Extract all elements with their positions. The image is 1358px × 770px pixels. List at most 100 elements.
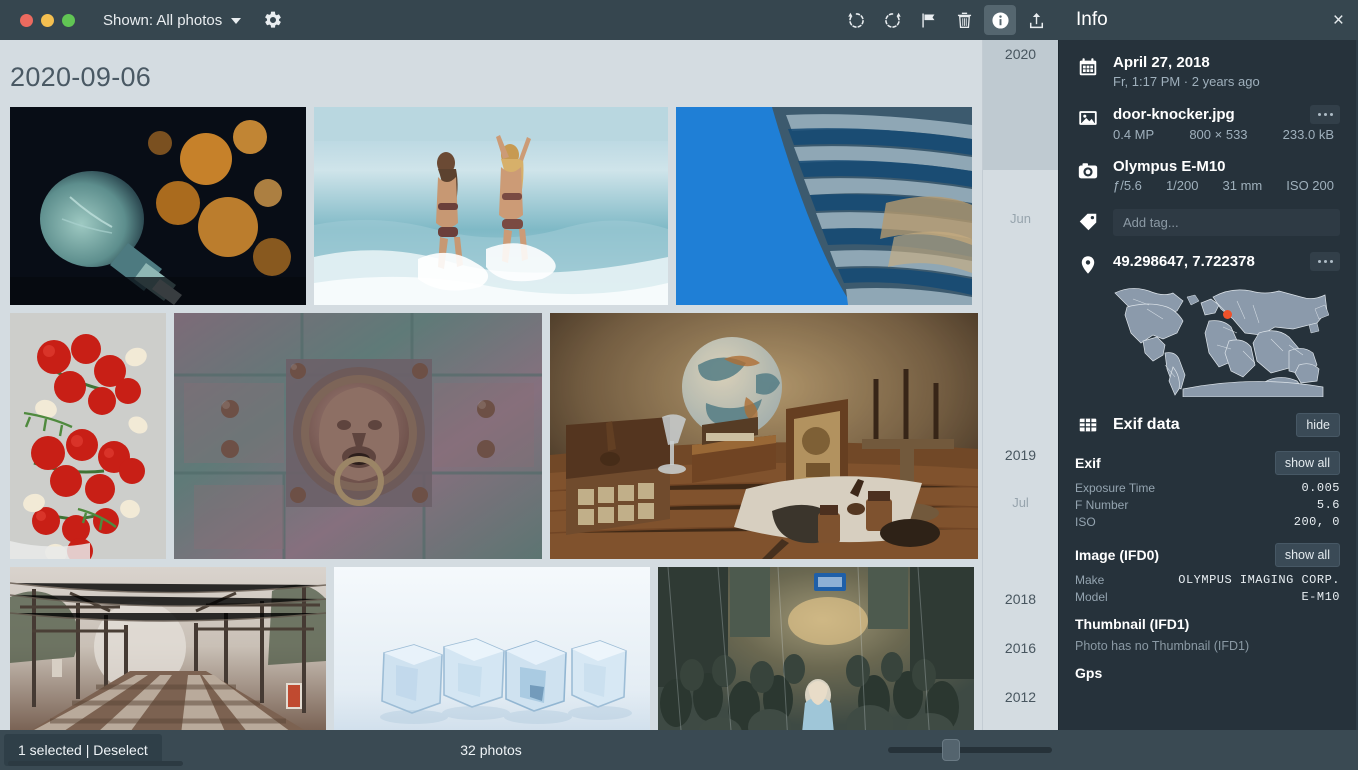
info-date-row: April 27, 2018 Fr, 1:17 PM · 2 years ago	[1075, 54, 1340, 89]
photo-app-window: Shown: All photos	[0, 0, 1358, 770]
exif-hide-button[interactable]: hide	[1296, 413, 1340, 437]
app-body: 2020-09-06	[0, 40, 1358, 730]
location-pin-icon	[1075, 252, 1101, 276]
zoom-window-button[interactable]	[62, 14, 75, 27]
info-file-row: door-knocker.jpg 0.4 MP 800 × 533 233.0 …	[1075, 105, 1340, 142]
slider-track[interactable]	[888, 747, 1052, 753]
close-window-button[interactable]	[20, 14, 33, 27]
exif-key: F Number	[1075, 498, 1128, 512]
exif-value: 0.005	[1301, 481, 1340, 495]
flag-icon	[918, 10, 939, 31]
rotate-left-button[interactable]	[840, 5, 872, 35]
settings-button[interactable]	[263, 10, 283, 30]
info-button[interactable]	[984, 5, 1016, 35]
exif-value: OLYMPUS IMAGING CORP.	[1178, 573, 1340, 587]
gear-icon	[263, 10, 283, 30]
exif-rows: Exposure Time 0.005 F Number 5.6 ISO 200…	[1075, 481, 1340, 529]
photo-thumb-blue-tower[interactable]	[676, 107, 972, 305]
add-tag-input[interactable]	[1113, 209, 1340, 236]
gps-marker-dot	[1223, 310, 1232, 319]
image-icon	[1075, 105, 1101, 129]
camera-shutter: 1/200	[1166, 178, 1199, 193]
photo-thumb-light-bulb[interactable]	[10, 107, 306, 305]
exif-section-title: Image (IFD0)	[1075, 547, 1275, 563]
timeline-mark-jul[interactable]: Jul	[983, 495, 1058, 510]
title-bar: Shown: All photos	[0, 0, 1358, 40]
flag-button[interactable]	[912, 5, 944, 35]
file-dimensions: 800 × 533	[1189, 127, 1247, 142]
photo-artwork	[10, 107, 306, 305]
photo-artwork	[676, 107, 972, 305]
photo-count-label: 32 photos	[0, 742, 982, 758]
timeline-mark-2018[interactable]: 2018	[983, 591, 1058, 607]
photo-grid	[0, 107, 982, 730]
close-info-panel-button[interactable]: ×	[1333, 11, 1344, 30]
thumbnail-size-slider[interactable]	[880, 730, 1060, 770]
exif-section-gps-title: Gps	[1075, 665, 1340, 681]
photo-row	[10, 107, 972, 305]
info-file-body: door-knocker.jpg 0.4 MP 800 × 533 233.0 …	[1113, 105, 1340, 142]
slider-handle[interactable]	[942, 739, 960, 761]
shown-filter-dropdown[interactable]: Shown: All photos	[103, 12, 241, 29]
exif-row: ISO 200, 0	[1075, 515, 1340, 529]
export-icon	[1026, 10, 1047, 31]
exif-value: E-M10	[1301, 590, 1340, 604]
info-date-body: April 27, 2018 Fr, 1:17 PM · 2 years ago	[1113, 54, 1340, 89]
exif-row: Make OLYMPUS IMAGING CORP.	[1075, 573, 1340, 587]
rotate-right-button[interactable]	[876, 5, 908, 35]
info-tag-row	[1075, 209, 1340, 236]
exif-show-all-button[interactable]: show all	[1275, 451, 1340, 475]
photo-thumb-door-knocker[interactable]	[174, 313, 542, 559]
photo-thumb-tomatoes-garlic[interactable]	[10, 313, 166, 559]
photo-thumb-beach-women[interactable]	[314, 107, 668, 305]
exif-key: ISO	[1075, 515, 1096, 529]
photo-artwork	[174, 313, 542, 559]
exif-data-title: Exif data	[1113, 416, 1284, 434]
photo-thumb-railway-tracks[interactable]	[10, 567, 326, 730]
photo-date: April 27, 2018	[1113, 54, 1210, 71]
info-camera-row: Olympus E-M10 ƒ/5.6 1/200 31 mm ISO 200	[1075, 158, 1340, 193]
photo-thumb-crowded-street[interactable]	[658, 567, 974, 730]
photo-thumb-vintage-desk[interactable]	[550, 313, 978, 559]
dot	[1330, 260, 1333, 263]
location-map[interactable]	[1113, 279, 1329, 397]
file-size: 233.0 kB	[1283, 127, 1334, 142]
camera-aperture: ƒ/5.6	[1113, 178, 1142, 193]
camera-focal-length: 31 mm	[1223, 178, 1263, 193]
timeline-mark-2019[interactable]: 2019	[983, 447, 1058, 463]
exif-show-all-button[interactable]: show all	[1275, 543, 1340, 567]
photo-artwork	[334, 567, 650, 730]
file-name: door-knocker.jpg	[1113, 106, 1235, 123]
chevron-down-icon	[231, 18, 241, 24]
rotate-right-icon	[882, 10, 903, 31]
file-menu-button[interactable]	[1310, 105, 1340, 124]
timeline-mark-2012[interactable]: 2012	[983, 689, 1058, 705]
export-button[interactable]	[1020, 5, 1052, 35]
thumbnail-note: Photo has no Thumbnail (IFD1)	[1075, 639, 1340, 653]
info-panel-content: April 27, 2018 Fr, 1:17 PM · 2 years ago	[1059, 40, 1356, 681]
photo-thumb-ice-cubes[interactable]	[334, 567, 650, 730]
info-panel-header: Info ×	[1060, 0, 1358, 40]
camera-model: Olympus E-M10	[1113, 158, 1226, 175]
minimize-window-button[interactable]	[41, 14, 54, 27]
timeline-mark-jun[interactable]: Jun	[983, 211, 1058, 226]
exif-key: Model	[1075, 590, 1108, 604]
photo-artwork	[10, 567, 326, 730]
camera-icon	[1075, 158, 1101, 182]
timeline-scrubber[interactable]: 2020 Jun 2019 Jul 2018 2016 2012	[982, 40, 1058, 730]
timeline-mark-2016[interactable]: 2016	[983, 640, 1058, 656]
horizontal-scrollbar[interactable]	[8, 761, 183, 766]
info-location-row: 49.298647, 7.722378	[1075, 252, 1340, 397]
timeline-mark-2020[interactable]: 2020	[983, 46, 1058, 62]
delete-button[interactable]	[948, 5, 980, 35]
exif-section-thumbnail-title: Thumbnail (IFD1)	[1075, 616, 1340, 632]
photo-grid-area[interactable]: 2020-09-06	[0, 40, 982, 730]
photo-artwork	[314, 107, 668, 305]
world-map	[1113, 279, 1329, 397]
dot	[1324, 113, 1327, 116]
info-location-body: 49.298647, 7.722378	[1113, 252, 1340, 397]
exif-row: Exposure Time 0.005	[1075, 481, 1340, 495]
info-icon	[990, 10, 1011, 31]
rotate-left-icon	[846, 10, 867, 31]
location-menu-button[interactable]	[1310, 252, 1340, 271]
